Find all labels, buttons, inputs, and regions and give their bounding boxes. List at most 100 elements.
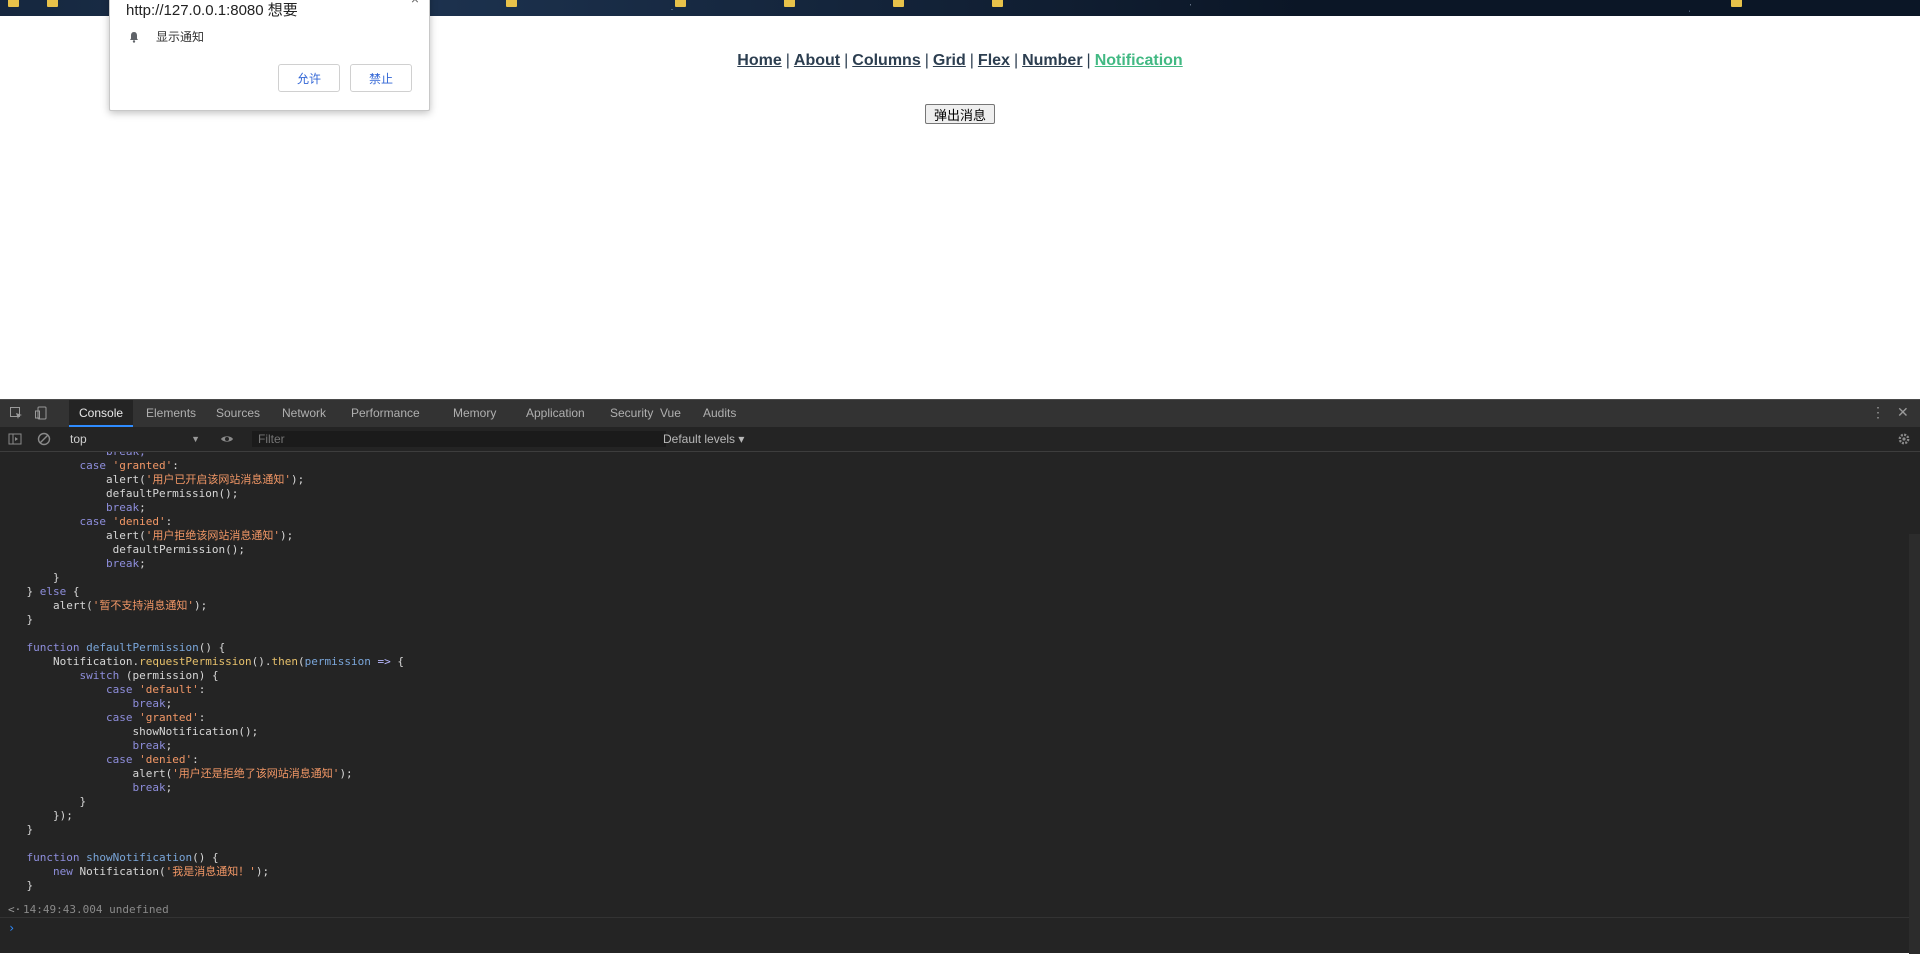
console-filter-input[interactable] xyxy=(252,431,666,447)
code-line: break; xyxy=(132,697,173,710)
code-line: } xyxy=(0,613,34,626)
console-scrollbar[interactable] xyxy=(1909,534,1920,954)
code-line: new Notification('我是消息通知！'); xyxy=(52,865,270,878)
console-result-line: <· 14:49:43.004 undefined xyxy=(0,903,1920,918)
code-line: } xyxy=(0,571,60,584)
code-line: alert('暂不支持消息通知'); xyxy=(0,599,208,612)
more-options-icon[interactable]: ⋮ xyxy=(1871,404,1885,421)
code-line: } else { xyxy=(0,585,80,598)
bookmark-item[interactable] xyxy=(47,0,64,10)
devtools-tab-memory[interactable]: Memory xyxy=(443,400,506,427)
bookmark-item[interactable] xyxy=(893,0,910,10)
nav-link-home[interactable]: Home xyxy=(737,52,781,69)
close-icon[interactable]: × xyxy=(411,0,419,7)
devtools-panel: Console Elements Sources Network Performance… xyxy=(0,399,1920,954)
code-line: defaultPermission(); xyxy=(0,487,239,500)
code-line: }); xyxy=(0,809,73,822)
block-button[interactable]: 禁止 xyxy=(350,64,412,92)
code-line: break; xyxy=(0,452,404,459)
close-devtools-icon[interactable]: ✕ xyxy=(1897,404,1909,421)
devtools-tabbar: Console Elements Sources Network Performance… xyxy=(0,399,1920,428)
code-line: function defaultPermission() { xyxy=(26,641,226,654)
bookmark-item[interactable] xyxy=(506,0,523,10)
code-line: alert('用户已开启该网站消息通知'); xyxy=(0,473,305,486)
folder-icon xyxy=(992,0,1003,7)
nav-separator: | xyxy=(785,52,790,69)
nav-link-notification[interactable]: Notification xyxy=(1095,52,1183,69)
console-toolbar: top ▼ Default levels ▾ xyxy=(0,427,1920,452)
nav-link-grid[interactable]: Grid xyxy=(933,52,966,69)
result-value: undefined xyxy=(109,903,169,916)
code-line: Notification.requestPermission().then(pe… xyxy=(0,655,405,668)
eye-icon[interactable] xyxy=(220,432,234,446)
nav-separator: | xyxy=(844,52,849,69)
context-selector[interactable]: top ▼ xyxy=(70,431,200,447)
bookmark-item[interactable] xyxy=(675,0,692,10)
permission-request-row: 显示通知 xyxy=(128,28,204,45)
folder-icon xyxy=(506,0,517,7)
gear-icon[interactable] xyxy=(1897,432,1911,446)
folder-icon xyxy=(1731,0,1742,7)
result-timestamp: 14:49:43.004 xyxy=(23,903,103,916)
console-code-block: break; case 'granted': alert('用户已开启该网站消息… xyxy=(0,452,404,893)
console-output: break; case 'granted': alert('用户已开启该网站消息… xyxy=(0,452,1908,953)
nav-link-columns[interactable]: Columns xyxy=(852,52,920,69)
code-line: switch (permission) { xyxy=(79,669,219,682)
folder-icon xyxy=(8,0,19,7)
nav-separator: | xyxy=(1013,52,1019,69)
code-line: alert('用户还是拒绝了该网站消息通知'); xyxy=(0,767,353,780)
nav-separator: | xyxy=(924,52,929,69)
code-line: } xyxy=(0,879,34,892)
permission-request-label: 显示通知 xyxy=(156,30,205,44)
code-line: break; xyxy=(105,501,146,514)
devtools-tab-sources[interactable]: Sources xyxy=(206,400,270,427)
clear-console-icon[interactable] xyxy=(37,432,51,446)
code-line: break; xyxy=(132,739,173,752)
folder-icon xyxy=(47,0,58,7)
nav-separator: | xyxy=(969,52,974,69)
code-line: break; xyxy=(105,557,146,570)
bookmark-item[interactable] xyxy=(992,0,1009,10)
device-toolbar-icon[interactable] xyxy=(35,406,49,420)
devtools-tab-vue[interactable]: Vue xyxy=(650,400,691,427)
nav-link-about[interactable]: About xyxy=(794,52,840,69)
code-line: case 'default': xyxy=(105,683,206,696)
code-line: alert('用户拒绝该网站消息通知'); xyxy=(0,529,294,542)
bookmark-item[interactable] xyxy=(1731,0,1748,10)
bookmark-item[interactable] xyxy=(784,0,801,10)
code-line: function showNotification() { xyxy=(26,851,219,864)
devtools-tab-elements[interactable]: Elements xyxy=(136,400,206,427)
code-line: case 'granted': xyxy=(105,711,206,724)
log-levels-dropdown[interactable]: Default levels ▾ xyxy=(663,431,744,447)
nav-link-number[interactable]: Number xyxy=(1022,52,1082,69)
bell-icon xyxy=(128,31,140,43)
code-line: defaultPermission(); xyxy=(0,543,246,556)
console-prompt[interactable]: › xyxy=(8,921,15,935)
devtools-tab-audits[interactable]: Audits xyxy=(693,400,746,427)
devtools-tab-performance[interactable]: Performance xyxy=(341,400,430,427)
sidebar-toggle-icon[interactable] xyxy=(8,432,22,446)
folder-icon xyxy=(784,0,795,7)
show-notification-button[interactable]: 弹出消息 xyxy=(925,104,995,124)
chevron-down-icon: ▼ xyxy=(191,434,200,444)
inspect-element-icon[interactable] xyxy=(9,406,23,420)
code-line: case 'granted': xyxy=(79,459,179,472)
result-arrow-icon: <· xyxy=(8,903,22,916)
folder-icon xyxy=(893,0,904,7)
code-line: case 'denied': xyxy=(79,515,173,528)
allow-button[interactable]: 允许 xyxy=(278,64,340,92)
code-line: break; xyxy=(132,781,173,794)
devtools-tab-console[interactable]: Console xyxy=(69,400,134,427)
code-line: } xyxy=(0,823,34,836)
devtools-tab-application[interactable]: Application xyxy=(516,400,595,427)
notification-permission-dialog: http://127.0.0.1:8080 想要 × 显示通知 允许 禁止 xyxy=(109,0,430,111)
folder-icon xyxy=(675,0,686,7)
code-line: showNotification(); xyxy=(0,725,259,738)
devtools-tab-network[interactable]: Network xyxy=(272,400,336,427)
nav-link-flex[interactable]: Flex xyxy=(978,52,1010,69)
context-value: top xyxy=(70,432,87,446)
bookmark-item[interactable] xyxy=(8,0,25,10)
dialog-origin: http://127.0.0.1:8080 想要 xyxy=(126,2,298,19)
